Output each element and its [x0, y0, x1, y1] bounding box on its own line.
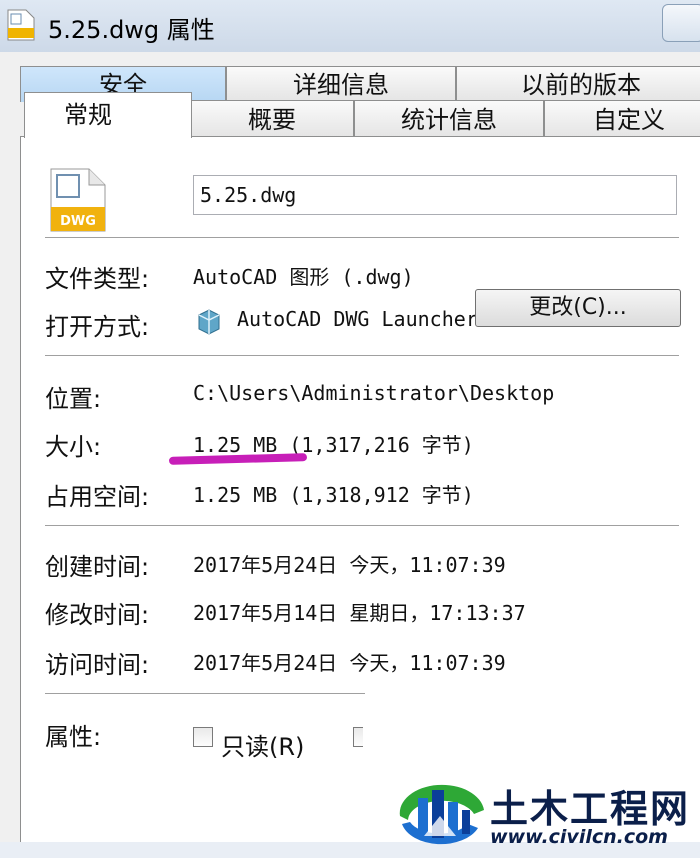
opens-with-value: AutoCAD DWG Launcher: [237, 307, 478, 331]
size-value: 1.25 MB (1,317,216 字节): [193, 433, 474, 457]
tab-label: 统计信息: [401, 106, 497, 134]
file-name-input[interactable]: 5.25.dwg: [193, 175, 677, 215]
tab-custom[interactable]: 自定义: [544, 100, 700, 138]
file-icon-label: DWG: [60, 214, 96, 229]
modified-value: 2017年5月14日 星期日，17:13:37: [193, 601, 526, 625]
opens-with-label: 打开方式:: [45, 313, 150, 341]
divider: [45, 525, 679, 526]
properties-dialog: 安全 详细信息 以前的版本 常规 概要 统计信息 自定义 DWG 5.25.dw…: [0, 52, 700, 848]
readonly-label: 只读(R): [221, 733, 305, 761]
size-on-disk-label: 占用空间:: [45, 483, 150, 511]
autocad-launcher-icon: [198, 309, 220, 335]
tab-summary[interactable]: 概要: [190, 100, 354, 138]
close-button[interactable]: [662, 4, 700, 42]
tab-previous-versions[interactable]: 以前的版本: [456, 66, 700, 102]
window-title: 5.25.dwg 属性: [48, 16, 215, 44]
divider: [45, 693, 365, 694]
tab-label: 概要: [248, 106, 296, 134]
location-label: 位置:: [45, 385, 102, 413]
location-value: C:\Users\Administrator\Desktop: [193, 381, 555, 405]
general-panel: DWG 5.25.dwg 文件类型: AutoCAD 图形 (.dwg) 打开方…: [20, 136, 700, 842]
tab-general[interactable]: 常规: [24, 92, 192, 138]
dwg-file-icon: [7, 9, 35, 41]
watermark-url: www.civilcn.com: [490, 826, 668, 848]
dwg-file-icon: DWG: [50, 168, 106, 232]
created-value: 2017年5月24日 今天，11:07:39: [193, 553, 506, 577]
tab-label: 自定义: [593, 106, 665, 134]
change-button[interactable]: 更改(C)...: [475, 289, 681, 327]
hidden-checkbox[interactable]: [353, 727, 363, 747]
tab-label: 常规: [64, 101, 112, 129]
highlight-underline: [168, 453, 308, 465]
accessed-label: 访问时间:: [45, 651, 150, 679]
created-label: 创建时间:: [45, 553, 150, 581]
title-bar: 5.25.dwg 属性: [0, 0, 700, 52]
file-type-label: 文件类型:: [45, 265, 150, 293]
readonly-checkbox[interactable]: [193, 727, 213, 747]
civilcn-logo-icon: [399, 784, 484, 845]
tab-label: 详细信息: [293, 71, 389, 99]
divider: [45, 355, 679, 356]
size-label: 大小:: [45, 433, 102, 461]
civilcn-watermark: 土木工程网 www.civilcn.com: [394, 776, 694, 858]
tab-statistics[interactable]: 统计信息: [354, 100, 544, 138]
accessed-value: 2017年5月24日 今天，11:07:39: [193, 651, 506, 675]
file-type-value: AutoCAD 图形 (.dwg): [193, 265, 414, 289]
attributes-label: 属性:: [45, 723, 102, 751]
divider: [45, 237, 679, 238]
watermark-title: 土木工程网: [490, 787, 691, 831]
modified-label: 修改时间:: [45, 601, 150, 629]
size-on-disk-value: 1.25 MB (1,318,912 字节): [193, 483, 474, 507]
tab-label: 以前的版本: [521, 71, 641, 99]
tab-details[interactable]: 详细信息: [226, 66, 456, 102]
